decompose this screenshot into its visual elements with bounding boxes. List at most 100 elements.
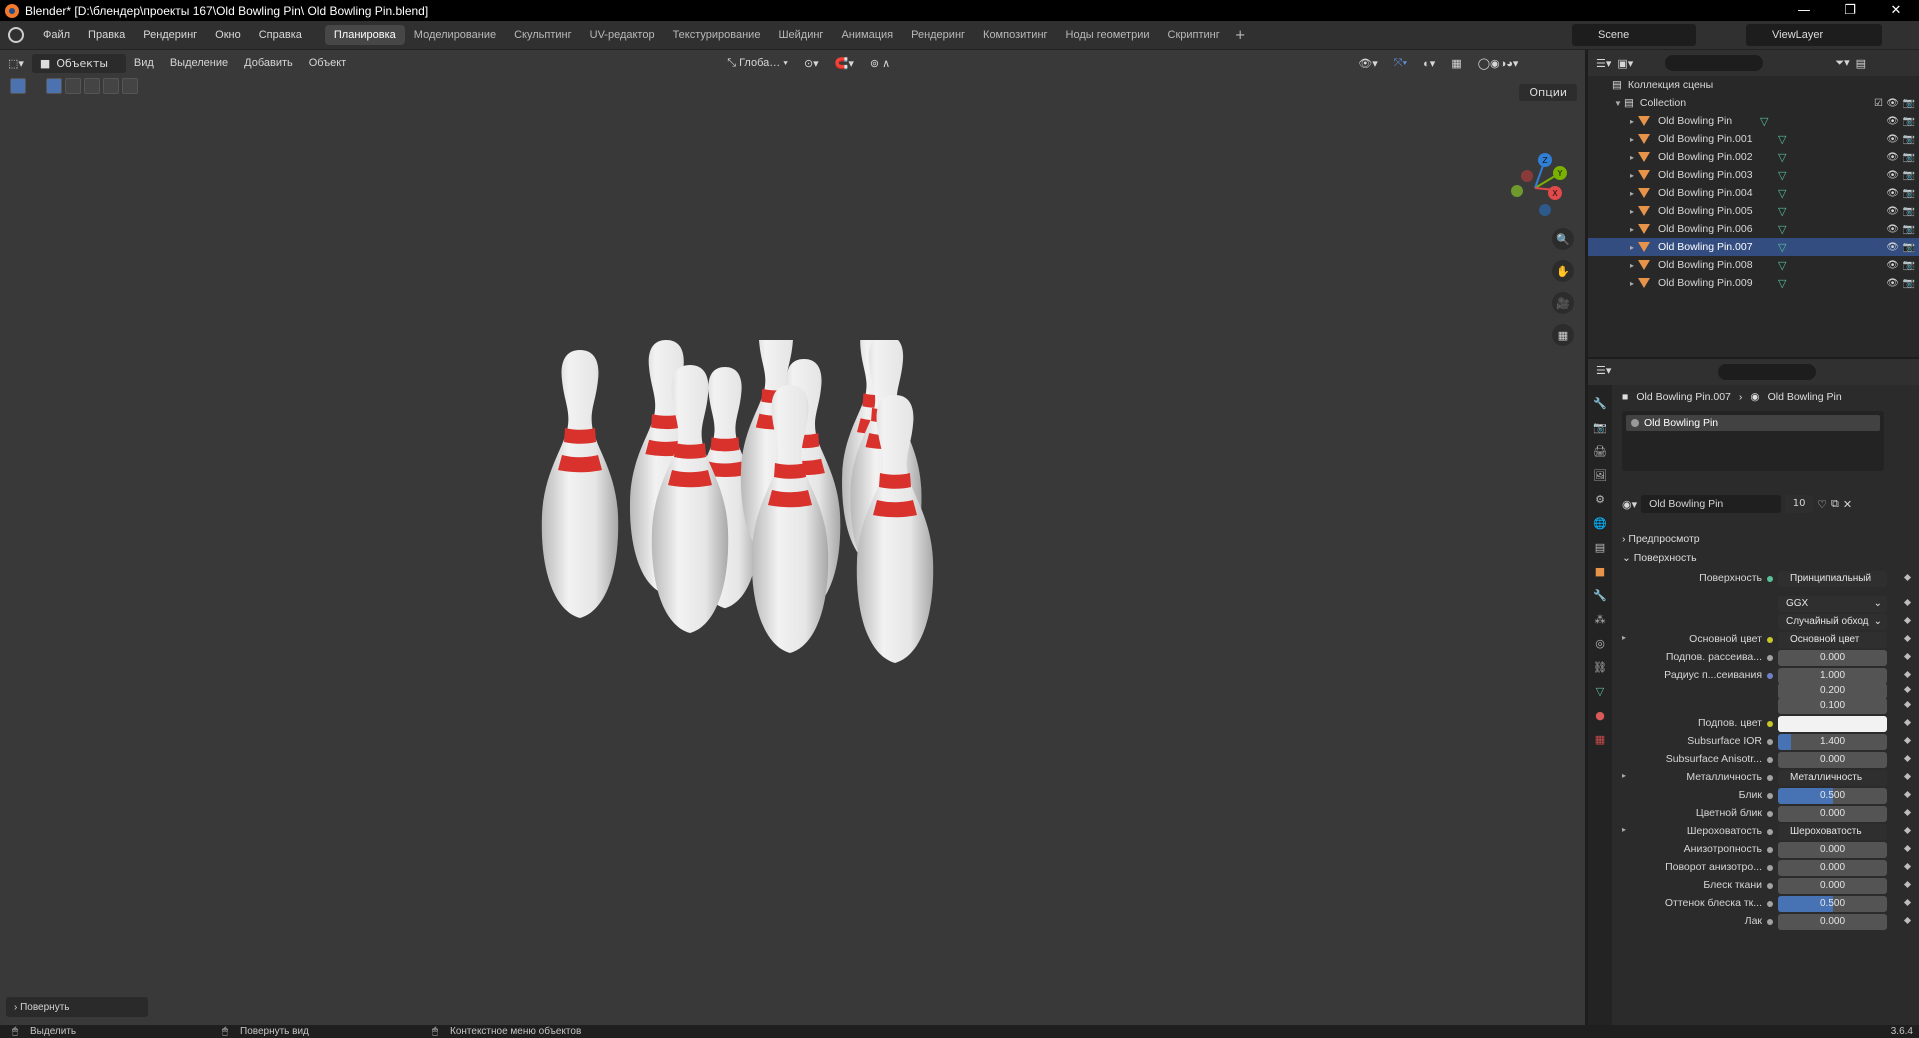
select-menu[interactable]: Выделение [162,57,236,69]
browse-material-icon[interactable]: ◉▾ [1622,498,1637,511]
render-camera-icon[interactable]: 📷 [1903,98,1915,109]
socket-icon[interactable] [1767,757,1773,763]
material-slot[interactable]: Old Bowling Pin [1626,415,1880,431]
visibility-eye-icon[interactable]: 👁 [1886,224,1899,235]
workspace-tab-sculpting[interactable]: Скульптинг [505,25,581,45]
camera-view-icon[interactable]: 🎥 [1552,292,1574,314]
property-value-field[interactable]: 0.500 [1778,788,1887,804]
property-value-field[interactable]: Шероховатость [1778,824,1887,840]
render-camera-icon[interactable]: 📷 [1903,152,1915,163]
workspace-tab-scripting[interactable]: Скриптинг [1159,25,1229,45]
object-menu[interactable]: Объект [301,57,354,69]
properties-editor-icon[interactable]: ☰▾ [1596,364,1611,377]
socket-icon[interactable] [1767,847,1773,853]
data-tab-icon[interactable]: ▽ [1592,683,1608,699]
visibility-eye-icon[interactable]: 👁 [1886,278,1899,289]
socket-icon[interactable] [1767,865,1773,871]
render-camera-icon[interactable]: 📷 [1903,188,1915,199]
mesh-data-icon[interactable]: ▽ [1778,187,1786,200]
mesh-data-icon[interactable]: ▽ [1760,115,1768,128]
socket-icon[interactable] [1767,793,1773,799]
keyframe-icon[interactable] [1903,916,1912,925]
property-value-field[interactable]: 0.100 [1778,698,1887,714]
render-camera-icon[interactable]: 📷 [1903,224,1915,235]
mesh-data-icon[interactable]: ▽ [1778,205,1786,218]
expand-icon[interactable]: ▸ [1626,261,1638,270]
keyframe-icon[interactable] [1903,652,1912,661]
expand-icon[interactable]: ▸ [1626,279,1638,288]
filter-icon[interactable]: ⏷▾ [1835,56,1849,70]
checkbox-icon[interactable]: ☑ [1874,98,1883,109]
keyframe-icon[interactable] [1903,880,1912,889]
property-value-field[interactable]: Случайный обход ⌄ [1778,614,1887,630]
socket-icon[interactable] [1767,673,1773,679]
constraints-tab-icon[interactable]: ⛓ [1592,659,1608,675]
scene-selector[interactable]: Scene [1572,24,1696,46]
view-layer-selector[interactable]: ViewLayer [1746,24,1882,46]
keyframe-icon[interactable] [1903,808,1912,817]
keyframe-icon[interactable] [1903,670,1912,679]
close-button[interactable]: ✕ [1873,0,1919,21]
outliner-object-row[interactable]: ▸ Old Bowling Pin.006 ▽ 👁 📷 [1588,220,1919,238]
perspective-toggle-icon[interactable]: ▦ [1552,324,1574,346]
expand-socket-icon[interactable]: ▸ [1622,633,1626,642]
new-collection-icon[interactable]: ▤ [1856,57,1866,70]
render-camera-icon[interactable]: 📷 [1903,206,1915,217]
gizmo-toggle-icon[interactable]: ⤧▾ [1386,57,1415,70]
render-camera-icon[interactable]: 📷 [1903,134,1915,145]
visibility-eye-icon[interactable]: 👁 [1886,260,1899,271]
select-subtract-icon[interactable] [84,78,100,94]
expand-icon[interactable]: ▸ [1626,243,1638,252]
workspace-tab-compositing[interactable]: Композитинг [974,25,1057,45]
socket-icon[interactable] [1767,811,1773,817]
select-intersect-icon[interactable] [122,78,138,94]
socket-icon[interactable] [1767,637,1773,643]
visibility-eye-icon[interactable]: 👁 [1886,170,1899,181]
modifier-tab-icon[interactable]: 🔧 [1592,587,1608,603]
menu-help[interactable]: Справка [250,29,311,41]
socket-icon[interactable] [1767,919,1773,925]
visibility-eye-icon[interactable]: 👁 [1886,116,1899,127]
socket-icon[interactable] [1767,775,1773,781]
material-users-count[interactable]: 10 [1785,495,1814,513]
proportional-edit-icon[interactable]: ⊚ ∧ [862,57,898,70]
socket-icon[interactable] [1767,721,1773,727]
keyframe-icon[interactable] [1903,754,1912,763]
view-layer-tab-icon[interactable]: 🖼 [1592,467,1608,483]
socket-icon[interactable] [1767,883,1773,889]
unlink-material-icon[interactable]: ✕ [1843,498,1852,511]
visibility-eye-icon[interactable]: 👁 [1886,134,1899,145]
expand-icon[interactable]: ▸ [1626,153,1638,162]
property-value-field[interactable]: Металличность [1778,770,1887,786]
socket-icon[interactable] [1767,829,1773,835]
render-camera-icon[interactable]: 📷 [1903,260,1915,271]
outliner-object-row[interactable]: ▸ Old Bowling Pin.007 ▽ 👁 📷 [1588,238,1919,256]
expand-icon[interactable]: ▸ [1626,117,1638,126]
last-operator-panel[interactable]: › Повернуть [6,997,148,1017]
property-value-field[interactable]: 0.000 [1778,878,1887,894]
scene-collection-row[interactable]: ▤ Коллекция сцены [1588,76,1919,94]
property-value-field[interactable]: 0.000 [1778,914,1887,930]
collapse-icon[interactable]: ▼ [1612,99,1624,108]
snap-icon[interactable]: 🧲▾ [827,57,862,70]
3d-viewport[interactable]: ⬚▾ ■ Объекты Вид Выделение Добавить Объе… [0,50,1585,1025]
keyframe-icon[interactable] [1903,844,1912,853]
menu-window[interactable]: Окно [206,29,250,41]
select-invert-icon[interactable] [103,78,119,94]
outliner-editor-icon[interactable]: ☰▾ [1596,57,1611,70]
mesh-data-icon[interactable]: ▽ [1778,169,1786,182]
expand-socket-icon[interactable]: ▸ [1622,825,1626,834]
property-value-field[interactable]: Принципиальный BSDF [1778,571,1887,587]
expand-socket-icon[interactable]: ▸ [1622,771,1626,780]
mode-dropdown[interactable]: ■ Объекты [31,53,126,73]
menu-edit[interactable]: Правка [79,29,134,41]
object-tab-icon[interactable]: ■ [1592,563,1608,579]
scene-tab-icon[interactable]: ⚙ [1592,491,1608,507]
maximize-button[interactable]: ❐ [1827,0,1873,21]
editor-type-icon[interactable]: ⬚▾ [0,57,32,70]
expand-icon[interactable]: ▸ [1626,189,1638,198]
property-value-field[interactable]: 0.500 [1778,896,1887,912]
expand-icon[interactable]: ▸ [1626,171,1638,180]
material-slot-list[interactable]: Old Bowling Pin [1622,411,1884,471]
socket-icon[interactable] [1767,739,1773,745]
